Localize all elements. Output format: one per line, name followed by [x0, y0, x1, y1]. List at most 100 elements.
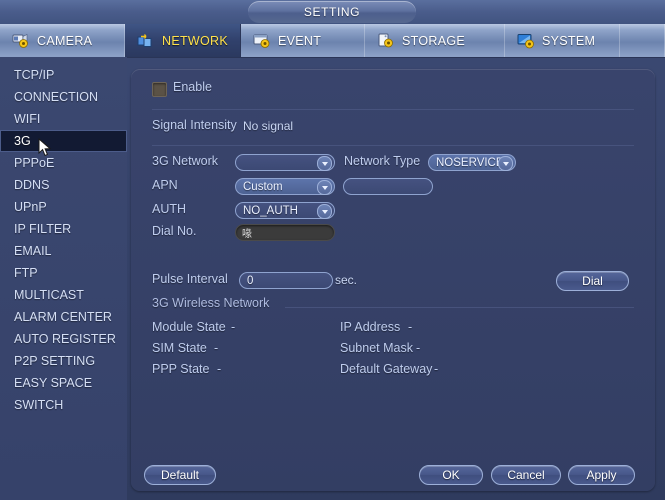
settings-sidebar: TCP/IP CONNECTION WIFI 3G PPPoE DDNS UPn…	[0, 57, 127, 500]
sidebar-item-pppoe[interactable]: PPPoE	[0, 152, 127, 174]
ip-address-label: IP Address	[340, 320, 401, 334]
page-title: SETTING	[303, 5, 361, 19]
sidebar-item-auto-register[interactable]: AUTO REGISTER	[0, 328, 127, 350]
sidebar-item-connection[interactable]: CONNECTION	[0, 86, 127, 108]
sidebar-item-label: SWITCH	[14, 398, 64, 412]
sidebar-item-switch[interactable]: SWITCH	[0, 394, 127, 416]
sidebar-item-label: P2P SETTING	[14, 354, 96, 368]
apn-value: Custom	[243, 180, 283, 193]
sidebar-item-label: WIFI	[14, 112, 41, 126]
subnet-mask-label: Subnet Mask	[340, 341, 413, 355]
ip-address-value: -	[408, 320, 413, 334]
sidebar-item-label: TCP/IP	[14, 68, 55, 82]
ok-button[interactable]: OK	[419, 465, 483, 485]
ok-button-label: OK	[442, 468, 460, 482]
chevron-down-icon[interactable]	[317, 156, 332, 171]
sidebar-item-label: EMAIL	[14, 244, 52, 258]
sidebar-item-alarm-center[interactable]: ALARM CENTER	[0, 306, 127, 328]
main-tabbar: CAMERA NETWORK EVENT STORAGE SYSTEM	[0, 24, 665, 58]
sidebar-item-label: 3G	[14, 134, 31, 148]
divider-1	[152, 109, 634, 110]
apn-text-input[interactable]	[343, 178, 433, 195]
chevron-down-icon[interactable]	[317, 204, 332, 219]
chevron-down-icon[interactable]	[317, 180, 332, 195]
auth-value: NO_AUTH	[243, 204, 298, 217]
auth-select[interactable]: NO_AUTH	[235, 202, 335, 219]
dial-button-label: Dial	[582, 274, 603, 288]
sidebar-item-label: IP FILTER	[14, 222, 72, 236]
3g-settings-panel: Enable Signal Intensity No signal 3G Net…	[131, 69, 655, 491]
sim-state-value: -	[214, 341, 219, 355]
3g-network-select[interactable]	[235, 154, 335, 171]
sidebar-item-email[interactable]: EMAIL	[0, 240, 127, 262]
network-type-value: NOSERVICE	[436, 156, 504, 169]
sidebar-item-tcpip[interactable]: TCP/IP	[0, 64, 127, 86]
tab-event[interactable]: EVENT	[241, 24, 365, 57]
enable-checkbox[interactable]	[152, 82, 167, 97]
pulse-interval-value: 0	[247, 274, 254, 287]
tabbar-spacer	[620, 24, 665, 57]
dial-button[interactable]: Dial	[556, 271, 629, 291]
network-type-select[interactable]: NOSERVICE	[428, 154, 516, 171]
wireless-network-section-title: 3G Wireless Network	[152, 296, 270, 310]
sidebar-item-ip-filter[interactable]: IP FILTER	[0, 218, 127, 240]
cancel-button[interactable]: Cancel	[491, 465, 561, 485]
tab-label: STORAGE	[402, 33, 465, 48]
tab-system[interactable]: SYSTEM	[505, 24, 620, 57]
enable-label: Enable	[173, 80, 212, 94]
sidebar-item-ftp[interactable]: FTP	[0, 262, 127, 284]
camera-gear-icon	[12, 32, 31, 49]
pulse-interval-input[interactable]: 0	[239, 272, 333, 289]
tab-storage[interactable]: STORAGE	[365, 24, 505, 57]
sidebar-item-label: CONNECTION	[14, 90, 99, 104]
module-state-value: -	[231, 320, 236, 334]
tab-label: EVENT	[278, 33, 322, 48]
tab-label: NETWORK	[162, 33, 228, 48]
setting-window: SETTING CAMERA NETWORK EVENT STORAGE SYS…	[0, 0, 665, 500]
sidebar-item-label: PPPoE	[14, 156, 55, 170]
apn-label: APN	[152, 178, 178, 192]
dial-no-label: Dial No.	[152, 224, 197, 238]
tab-label: CAMERA	[37, 33, 93, 48]
default-gateway-label: Default Gateway	[340, 362, 433, 376]
ppp-state-label: PPP State	[152, 362, 210, 376]
sidebar-item-label: MULTICAST	[14, 288, 84, 302]
signal-intensity-label: Signal Intensity	[152, 118, 237, 132]
tab-network[interactable]: NETWORK	[125, 24, 241, 57]
sidebar-item-ddns[interactable]: DDNS	[0, 174, 127, 196]
sidebar-item-label: EASY SPACE	[14, 376, 93, 390]
default-button[interactable]: Default	[144, 465, 216, 485]
sidebar-item-3g[interactable]: 3G	[0, 130, 127, 152]
sidebar-item-p2p-setting[interactable]: P2P SETTING	[0, 350, 127, 372]
ppp-state-value: -	[217, 362, 222, 376]
sidebar-item-wifi[interactable]: WIFI	[0, 108, 127, 130]
subnet-mask-value: -	[416, 341, 421, 355]
pulse-interval-unit: sec.	[335, 273, 358, 287]
title-bar: SETTING	[0, 0, 665, 25]
pulse-interval-label: Pulse Interval	[152, 272, 228, 286]
tab-camera[interactable]: CAMERA	[0, 24, 125, 57]
sidebar-item-upnp[interactable]: UPnP	[0, 196, 127, 218]
dial-no-input[interactable]: 喙	[235, 224, 335, 241]
sidebar-item-easy-space[interactable]: EASY SPACE	[0, 372, 127, 394]
network-gear-icon	[137, 32, 156, 49]
system-gear-icon	[517, 32, 536, 49]
window-title-pill: SETTING	[248, 1, 416, 23]
divider-2	[152, 145, 634, 146]
chevron-down-icon[interactable]	[498, 156, 513, 171]
sidebar-item-label: AUTO REGISTER	[14, 332, 116, 346]
sidebar-item-label: ALARM CENTER	[14, 310, 112, 324]
tab-label: SYSTEM	[542, 33, 596, 48]
sidebar-item-label: DDNS	[14, 178, 50, 192]
apn-select[interactable]: Custom	[235, 178, 335, 195]
apply-button[interactable]: Apply	[568, 465, 635, 485]
auth-label: AUTH	[152, 202, 187, 216]
divider-3	[285, 307, 634, 308]
storage-gear-icon	[377, 32, 396, 49]
sim-state-label: SIM State	[152, 341, 207, 355]
default-gateway-value: -	[434, 362, 439, 376]
cancel-button-label: Cancel	[507, 468, 545, 482]
apply-button-label: Apply	[586, 468, 617, 482]
sidebar-item-multicast[interactable]: MULTICAST	[0, 284, 127, 306]
event-gear-icon	[253, 32, 272, 49]
